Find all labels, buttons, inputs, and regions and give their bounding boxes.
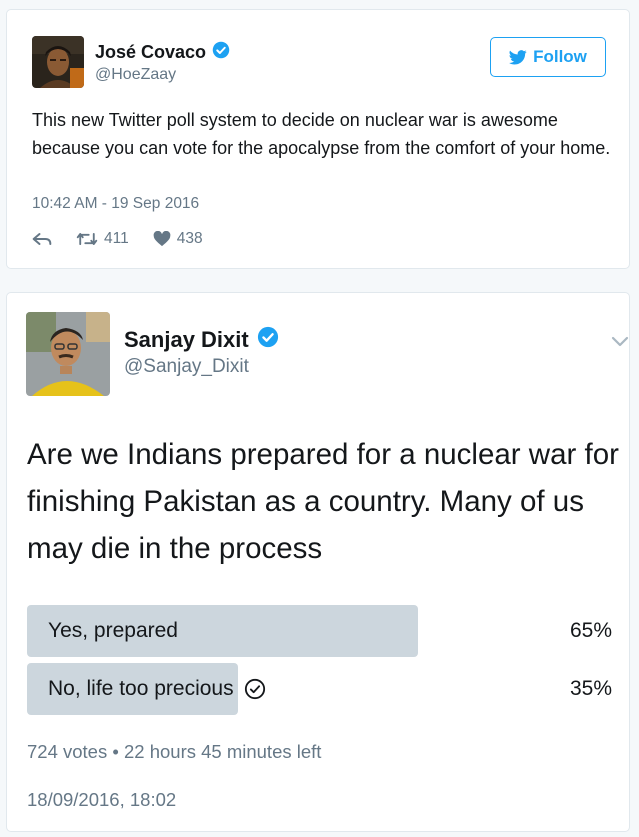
retweet-count: 411 <box>104 230 129 247</box>
tweet-timestamp[interactable]: 10:42 AM - 19 Sep 2016 <box>32 195 199 213</box>
tweet-text: Are we Indians prepared for a nuclear wa… <box>27 438 619 565</box>
retweet-icon <box>76 232 98 246</box>
author-name[interactable]: José Covaco <box>95 42 206 63</box>
chevron-down-icon[interactable] <box>611 335 629 353</box>
poll-percent: 65% <box>569 619 612 642</box>
tweet-timestamp[interactable]: 18/09/2016, 18:02 <box>27 789 176 811</box>
poll-option-label: Yes, prepared <box>48 619 178 642</box>
verified-badge-icon <box>212 41 230 64</box>
follow-button[interactable]: Follow <box>490 37 606 77</box>
follow-label: Follow <box>533 47 587 66</box>
like-count: 438 <box>176 230 203 247</box>
tweet-actions: 411 438 <box>32 230 203 248</box>
poll-meta: 724 votes • 22 hours 45 minutes left <box>27 741 322 762</box>
heart-icon <box>153 231 171 247</box>
author-name[interactable]: Sanjay Dixit <box>124 327 249 353</box>
like-button[interactable]: 438 <box>153 230 203 248</box>
reply-icon <box>32 233 52 245</box>
check-circle-icon <box>244 678 266 700</box>
retweet-button[interactable]: 411 <box>76 230 129 248</box>
author-handle[interactable]: @HoeZaay <box>95 66 176 84</box>
reply-button[interactable] <box>32 231 52 247</box>
tweet-card-2: Sanjay Dixit @Sanjay_Dixit Are we Indian… <box>6 292 630 832</box>
tweet-text: This new Twitter poll system to decide o… <box>32 110 611 158</box>
avatar[interactable] <box>32 36 84 88</box>
poll-percent: 35% <box>569 677 612 700</box>
poll-option-no[interactable]: No, life too precious 35% <box>27 663 612 715</box>
verified-badge-icon <box>257 326 279 353</box>
twitter-bird-icon <box>509 49 527 65</box>
poll-option-yes[interactable]: Yes, prepared 65% <box>27 605 612 657</box>
author-handle[interactable]: @Sanjay_Dixit <box>124 356 249 378</box>
tweet-card-1: José Covaco @HoeZaay Follow This new Twi… <box>6 9 630 269</box>
avatar[interactable] <box>26 312 110 396</box>
poll-option-label: No, life too precious <box>48 677 234 700</box>
